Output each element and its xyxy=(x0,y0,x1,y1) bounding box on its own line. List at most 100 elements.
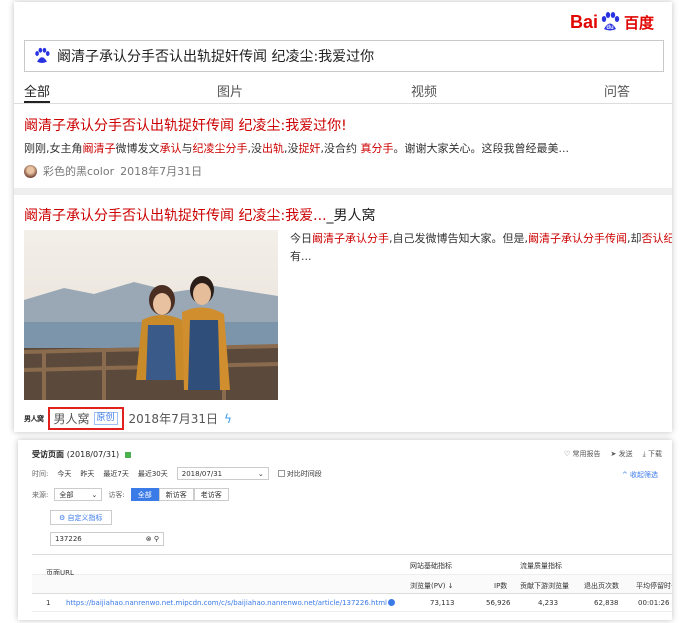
time-option-yesterday[interactable]: 昨天 xyxy=(80,469,94,479)
custom-metric-button[interactable]: ⚙ 自定义指标 xyxy=(50,510,112,525)
link-icon[interactable] xyxy=(388,599,395,608)
result2-title-highlight: 阚清子承认分手否认出轨捉奸传闻 纪凌尘:我爱... xyxy=(24,208,327,224)
source-highlight-box: 男人窝 原创 xyxy=(47,407,124,430)
download-label: 下载 xyxy=(648,450,662,458)
column-header-downstream[interactable]: 贡献下游浏览量 xyxy=(520,581,569,591)
logo-chinese: 百度 xyxy=(623,13,654,32)
snippet-text: 今日 xyxy=(290,232,312,245)
search-icon[interactable]: ⚲ xyxy=(154,535,159,543)
column-header-avg-time[interactable]: 平均停留时长 xyxy=(636,581,672,591)
status-icon xyxy=(124,451,131,458)
table-group-header: 页面URL 网站基础指标 流量质量指标 xyxy=(32,555,672,577)
source-filter-row: 来源: 全部 ⌄ 访客: 全部 新访客 老访客 xyxy=(32,488,229,501)
result1-title-link[interactable]: 阚清子承认分手否认出轨捉奸传闻 纪凌尘:我爱过你! xyxy=(24,115,347,135)
active-tab-indicator xyxy=(24,101,50,103)
date-picker-value: 2018/07/31 xyxy=(181,469,223,478)
time-option-7days[interactable]: 最近7天 xyxy=(103,469,128,479)
time-label: 时间: xyxy=(32,469,49,478)
tab-qa[interactable]: 问答 xyxy=(604,81,630,100)
table-column-header: 浏览量(PV) ↓ IP数 贡献下游浏览量 退出页次数 平均停留时长 xyxy=(32,575,672,594)
tab-images[interactable]: 图片 xyxy=(217,81,243,100)
snippet-text: 微博发文 xyxy=(115,142,160,155)
baidu-logo[interactable]: Bai du 百度 xyxy=(570,10,654,34)
favorite-report-button[interactable]: ♡ 常用报告 xyxy=(564,449,601,459)
url-search-value: 137226 xyxy=(55,535,82,543)
snippet-highlight: 承认 xyxy=(159,142,182,155)
result2-date: 2018年7月31日 xyxy=(128,412,218,426)
chevron-up-icon: ^ xyxy=(621,471,628,479)
visitor-segment: 全部 新访客 老访客 xyxy=(130,488,229,501)
pv-label: 浏览量(PV) xyxy=(410,582,446,590)
sort-down-icon: ↓ xyxy=(447,582,454,590)
snippet-text: ,没合约 xyxy=(320,142,361,155)
result-tabs: 全部 图片 视频 问答 xyxy=(14,78,672,104)
snippet-highlight: 纪凌尘分手 xyxy=(192,142,248,155)
column-header-pv[interactable]: 浏览量(PV) ↓ xyxy=(410,581,454,591)
result2-snippet-line1: 今日阚清子承认分手,自己发微博告知大家。但是,阚清子承认分手传闻,却否认纪凌尘 xyxy=(290,230,672,248)
time-option-today[interactable]: 今天 xyxy=(57,469,71,479)
source-site-name[interactable]: 男人窝 xyxy=(54,410,90,427)
snippet-text: 刚刚,女主角 xyxy=(24,142,83,155)
author-avatar xyxy=(24,164,37,178)
collapse-filter-link[interactable]: ^ 收起筛选 xyxy=(622,470,658,480)
result2-meta: 男人窝 男人窝 原创 2018年7月31日 ϟ xyxy=(24,407,232,430)
visitor-new-button[interactable]: 新访客 xyxy=(158,488,194,501)
search-query-text: 阚清子承认分手否认出轨捉奸传闻 纪凌尘:我爱过你 xyxy=(57,49,375,65)
group-header-basic: 网站基础指标 xyxy=(410,562,452,570)
result2-title-link[interactable]: 阚清子承认分手否认出轨捉奸传闻 纪凌尘:我爱..._男人窝 xyxy=(24,205,376,225)
snippet-highlight: 真分手 xyxy=(360,142,394,155)
url-search-input[interactable]: 137226 ⊗ ⚲ xyxy=(50,532,164,546)
tab-all[interactable]: 全部 xyxy=(24,81,50,100)
snippet-highlight: 阚清子承认分手传闻 xyxy=(528,232,627,245)
column-header-ip[interactable]: IP数 xyxy=(494,581,507,591)
author-name[interactable]: 彩色的黑color xyxy=(43,163,114,179)
result2-title-site: _男人窝 xyxy=(326,208,376,224)
result1-meta: 彩色的黑color 2018年7月31日 xyxy=(24,163,202,179)
tab-videos[interactable]: 视频 xyxy=(411,81,437,100)
baidu-paw-icon: du xyxy=(601,12,620,31)
snippet-text: ,没 xyxy=(284,142,299,155)
source-select[interactable]: 全部 ⌄ xyxy=(54,488,103,501)
row-pv: 73,113 xyxy=(430,599,455,607)
compare-label: 对比时间段 xyxy=(286,469,322,478)
visitor-all-button[interactable]: 全部 xyxy=(130,488,159,501)
snippet-text: ,没 xyxy=(247,142,263,155)
heart-icon: ♡ xyxy=(564,450,571,458)
download-button[interactable]: ⤓ 下载 xyxy=(643,449,662,459)
snippet-text: ,自己发微博告知大家。但是, xyxy=(389,232,528,245)
page-title: 受访页面 (2018/07/31) xyxy=(32,449,131,460)
send-icon: ➤ xyxy=(610,450,617,458)
source-logo: 男人窝 xyxy=(24,414,44,423)
snippet-text: 与 xyxy=(181,142,193,155)
send-button[interactable]: ➤ 发送 xyxy=(611,449,633,459)
visitor-returning-button[interactable]: 老访客 xyxy=(193,488,229,501)
row-index: 1 xyxy=(46,599,51,607)
date-picker[interactable]: 2018/07/31 ⌄ xyxy=(176,467,269,480)
snippet-highlight: 否认纪凌尘 xyxy=(641,232,673,245)
table-row: 1 https://baijiahao.nanrenwo.net.mipcdn.… xyxy=(32,594,672,612)
search-input[interactable]: 阚清子承认分手否认出轨捉奸传闻 纪凌尘:我爱过你 xyxy=(24,40,664,72)
download-icon: ⤓ xyxy=(642,450,646,458)
source-select-value: 全部 xyxy=(59,490,74,499)
send-label: 发送 xyxy=(618,450,633,458)
time-option-30days[interactable]: 最近30天 xyxy=(138,469,168,479)
logo-text: Bai xyxy=(569,11,598,32)
globe-icon xyxy=(388,599,395,606)
column-header-exits[interactable]: 退出页次数 xyxy=(584,581,619,591)
clear-icon[interactable]: ⊗ xyxy=(146,535,152,543)
custom-metric-label: 自定义指标 xyxy=(67,513,103,522)
row-ip: 56,926 xyxy=(486,599,511,607)
result2-photo[interactable] xyxy=(24,230,278,400)
checkbox-icon xyxy=(277,470,285,477)
report-toolbar: ♡ 常用报告 ➤ 发送 ⤓ 下载 xyxy=(564,449,662,459)
pages-table: 页面URL 网站基础指标 流量质量指标 浏览量(PV) ↓ IP数 贡献下游浏览… xyxy=(32,554,672,612)
snippet-highlight: 出轨 xyxy=(262,142,284,155)
snippet-text: ,却 xyxy=(627,232,642,245)
compare-checkbox[interactable]: 对比时间段 xyxy=(277,469,322,479)
row-exits: 62,838 xyxy=(594,599,619,607)
analytics-panel: 受访页面 (2018/07/31) ♡ 常用报告 ➤ 发送 ⤓ 下载 ^ 收起筛… xyxy=(18,440,672,620)
report-title: 受访页面 xyxy=(32,450,64,459)
result1-date: 2018年7月31日 xyxy=(120,165,203,178)
row-url-link[interactable]: https://baijiahao.nanrenwo.net.mipcdn.co… xyxy=(66,599,387,607)
baidu-results-panel: Bai du 百度 阚清子承认分手否认出轨捉奸传闻 纪凌尘:我爱过你 全部 图片… xyxy=(14,2,672,432)
